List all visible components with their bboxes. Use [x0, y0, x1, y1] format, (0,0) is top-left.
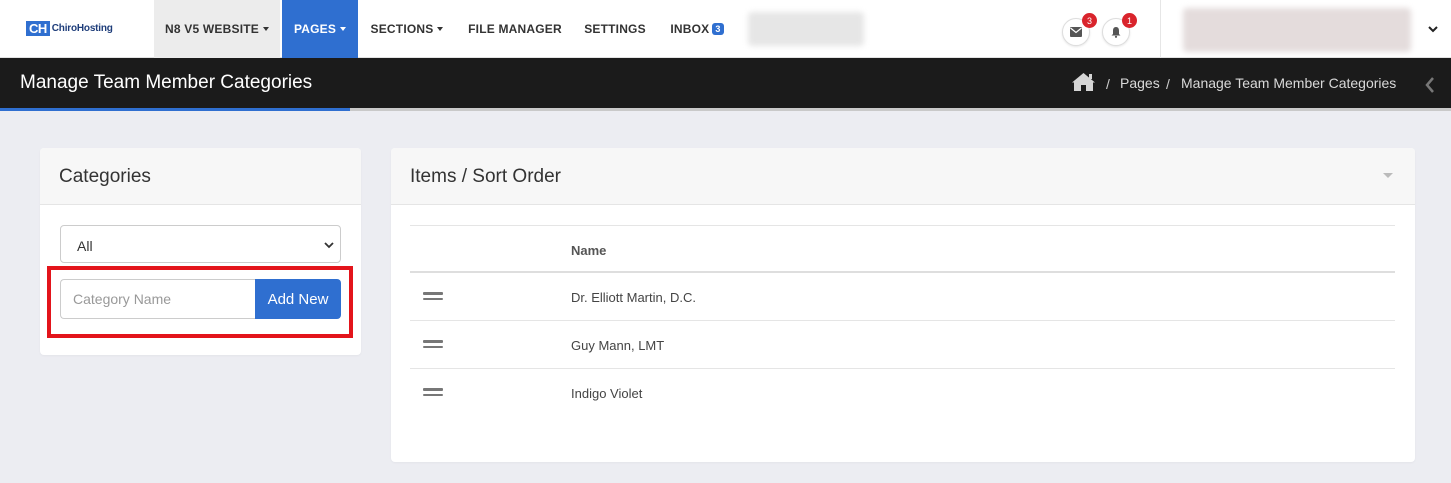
messages-button[interactable]: 3: [1062, 13, 1097, 46]
nav-sections-dropdown[interactable]: SECTIONS: [358, 0, 456, 58]
drag-handle-icon[interactable]: [423, 340, 443, 348]
nav-inbox-label: INBOX: [670, 22, 710, 36]
row-name: Indigo Violet: [571, 386, 643, 401]
breadcrumb-separator: /: [1166, 76, 1170, 92]
chevron-down-icon[interactable]: [1428, 24, 1438, 34]
chevron-left-icon[interactable]: [1424, 76, 1436, 94]
items-table: Name Dr. Elliott Martin, D.C. Guy Mann, …: [410, 225, 1395, 417]
chevron-down-icon: [324, 242, 334, 249]
inbox-count-badge: 3: [712, 23, 724, 35]
home-icon[interactable]: [1071, 72, 1096, 92]
table-row: Guy Mann, LMT: [410, 321, 1395, 369]
row-name: Guy Mann, LMT: [571, 338, 665, 353]
redacted-area: [748, 12, 864, 46]
page-title: Manage Team Member Categories: [20, 72, 313, 93]
notifications-count-badge: 1: [1122, 13, 1137, 28]
drag-handle-icon[interactable]: [423, 292, 443, 300]
nav-file-manager-label: FILE MANAGER: [468, 22, 562, 36]
top-navbar: CH ChiroHosting N8 V5 WEBSITE PAGES SECT…: [0, 0, 1451, 58]
redacted-account-area[interactable]: [1183, 8, 1411, 52]
breadcrumb-separator: /: [1106, 76, 1110, 92]
nav-inbox[interactable]: INBOX 3: [656, 0, 738, 58]
add-new-button[interactable]: Add New: [255, 279, 341, 319]
nav-settings[interactable]: SETTINGS: [574, 0, 656, 58]
categories-card: Categories All Add New: [40, 148, 361, 355]
messages-count-badge: 3: [1082, 13, 1097, 28]
items-card-header: Items / Sort Order: [391, 148, 1415, 205]
nav-website-dropdown[interactable]: N8 V5 WEBSITE: [154, 0, 280, 58]
categories-card-header: Categories: [40, 148, 361, 205]
collapse-caret-icon[interactable]: [1383, 173, 1393, 178]
header-underline: [0, 108, 1451, 111]
table-header: Name: [410, 225, 1395, 273]
nav-pages-dropdown[interactable]: PAGES: [282, 0, 358, 58]
logo-text: ChiroHosting: [51, 23, 113, 34]
bell-icon: [1111, 27, 1121, 38]
logo-mark: CH: [26, 21, 50, 36]
table-row: Indigo Violet: [410, 369, 1395, 417]
items-sort-order-card: Items / Sort Order Name Dr. Elliott Mart…: [391, 148, 1415, 462]
caret-down-icon: [437, 27, 444, 31]
nav-file-manager[interactable]: FILE MANAGER: [456, 0, 574, 58]
drag-handle-icon[interactable]: [423, 388, 443, 396]
nav-settings-label: SETTINGS: [584, 22, 646, 36]
caret-down-icon: [340, 27, 347, 31]
nav-website-label: N8 V5 WEBSITE: [165, 22, 259, 36]
category-filter-value: All: [77, 238, 93, 254]
breadcrumb-pages[interactable]: Pages: [1120, 75, 1160, 91]
items-title: Items / Sort Order: [410, 166, 561, 187]
categories-title: Categories: [59, 166, 151, 187]
table-row: Dr. Elliott Martin, D.C.: [410, 273, 1395, 321]
header-accent: [0, 108, 350, 111]
breadcrumb-current: Manage Team Member Categories: [1181, 75, 1397, 91]
row-name: Dr. Elliott Martin, D.C.: [571, 290, 696, 305]
category-name-input[interactable]: [60, 279, 256, 319]
caret-down-icon: [262, 27, 269, 31]
column-header-name: Name: [571, 243, 607, 258]
chirohosting-logo[interactable]: CH ChiroHosting: [26, 20, 113, 37]
category-filter-select[interactable]: All: [60, 225, 341, 263]
nav-sections-label: SECTIONS: [370, 22, 434, 36]
nav-divider: [1160, 0, 1161, 58]
notifications-button[interactable]: 1: [1102, 13, 1137, 46]
envelope-icon: [1070, 27, 1082, 37]
nav-pages-label: PAGES: [293, 22, 337, 36]
